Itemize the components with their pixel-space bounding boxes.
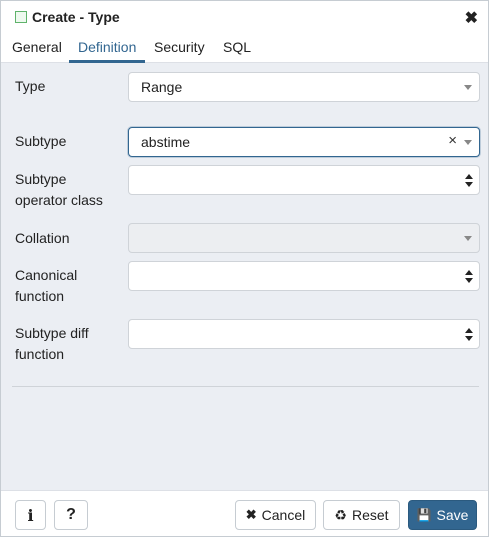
chevron-down-icon: [464, 236, 472, 241]
tab-sql[interactable]: SQL: [223, 39, 251, 63]
type-label: Type: [15, 78, 46, 94]
dialog-footer: i ? ✖ Cancel ♻ Reset 💾 Save: [1, 490, 488, 536]
dialog-titlebar[interactable]: Create - Type ✖: [1, 1, 488, 33]
collation-label: Collation: [15, 230, 70, 246]
subtype-diff-label-line1: Subtype diff: [15, 325, 89, 341]
chevron-down-icon[interactable]: [464, 140, 472, 145]
help-button[interactable]: ?: [54, 500, 88, 530]
type-select[interactable]: Range: [128, 72, 480, 102]
canonical-function-select[interactable]: [128, 261, 480, 291]
info-button[interactable]: i: [15, 500, 46, 530]
type-icon: [15, 11, 27, 23]
updown-icon: [465, 328, 473, 341]
cancel-button[interactable]: ✖ Cancel: [235, 500, 316, 530]
tab-bar: General Definition Security SQL: [1, 33, 488, 63]
chevron-down-icon[interactable]: [464, 85, 472, 90]
reset-button[interactable]: ♻ Reset: [323, 500, 400, 530]
info-icon: i: [27, 505, 34, 525]
definition-panel: Type Range Subtype abstime × Subtype ope…: [1, 63, 488, 490]
tab-security[interactable]: Security: [154, 39, 205, 63]
help-icon: ?: [66, 506, 76, 523]
save-button-label: Save: [436, 507, 469, 523]
close-icon[interactable]: ✖: [465, 8, 478, 28]
updown-icon: [465, 174, 473, 187]
type-select-value: Range: [141, 79, 183, 95]
subtype-opclass-label-line2: operator class: [15, 192, 103, 208]
create-type-dialog: Create - Type ✖ General Definition Secur…: [0, 0, 489, 537]
dialog-title: Create - Type: [32, 9, 120, 25]
canonical-label-line2: function: [15, 288, 65, 304]
tab-definition[interactable]: Definition: [69, 39, 146, 63]
subtype-opclass-select[interactable]: [128, 165, 480, 195]
floppy-disk-icon: 💾: [416, 508, 432, 522]
canonical-label-line1: Canonical: [15, 267, 78, 283]
subtype-select[interactable]: abstime ×: [128, 127, 480, 157]
tab-general[interactable]: General: [12, 39, 62, 63]
close-icon: ✖: [245, 507, 257, 522]
subtype-diff-function-select[interactable]: [128, 319, 480, 349]
subtype-diff-label-line2: function: [15, 346, 65, 362]
subtype-label: Subtype: [15, 133, 67, 149]
recycle-icon: ♻: [334, 506, 347, 523]
subtype-select-value: abstime: [141, 134, 191, 150]
updown-icon: [465, 270, 473, 283]
cancel-button-label: Cancel: [261, 507, 306, 523]
clear-icon[interactable]: ×: [448, 132, 457, 149]
reset-button-label: Reset: [351, 507, 389, 523]
collation-select: [128, 223, 480, 253]
subtype-opclass-label-line1: Subtype: [15, 171, 67, 187]
save-button[interactable]: 💾 Save: [408, 500, 477, 530]
divider: [12, 386, 479, 387]
